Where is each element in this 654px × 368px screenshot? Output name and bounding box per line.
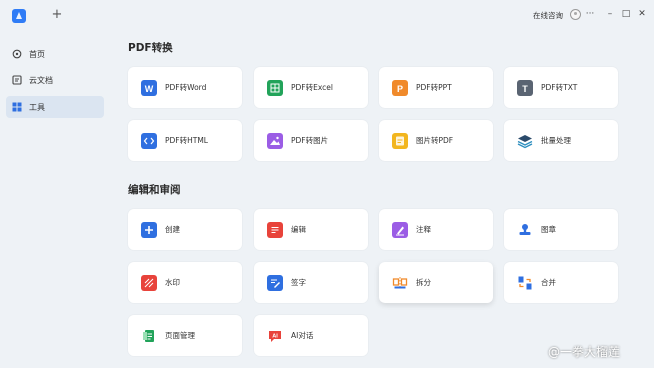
close-button[interactable]: ✕	[637, 8, 647, 20]
tool-card-split[interactable]: 拆分	[379, 262, 493, 303]
stamp-icon	[517, 222, 533, 238]
tool-card-label: 图片转PDF	[416, 136, 454, 145]
tool-card-create[interactable]: 创建	[128, 209, 242, 250]
minimize-button[interactable]: –	[605, 8, 615, 20]
sidebar: 首页 云文档 工具	[0, 32, 110, 368]
tool-card-label: 编辑	[291, 225, 306, 234]
create-icon	[141, 221, 157, 238]
svg-text:W: W	[145, 84, 154, 94]
sidebar-item-tools[interactable]: 工具	[6, 96, 104, 118]
tool-card-label: 页面管理	[165, 331, 195, 340]
txt-icon: T	[517, 79, 533, 96]
watermark-icon	[141, 274, 157, 291]
tool-card-watermark[interactable]: 水印	[128, 262, 242, 303]
html-icon	[141, 132, 157, 149]
ppt-icon: P	[392, 79, 408, 96]
tool-card-pdf-to-html[interactable]: PDF转HTML	[128, 120, 242, 161]
split-icon	[392, 275, 408, 291]
merge-icon	[517, 275, 533, 291]
edit-icon	[267, 221, 283, 238]
tool-card-stamp[interactable]: 图章	[504, 209, 618, 250]
tool-card-label: 水印	[165, 278, 180, 287]
layers-icon	[517, 133, 533, 149]
tool-card-label: 签字	[291, 278, 306, 287]
home-icon	[12, 49, 22, 59]
tool-card-label: 拆分	[416, 278, 431, 287]
ai-chat-icon: AI	[267, 328, 283, 344]
tool-card-sign[interactable]: 签字	[254, 262, 368, 303]
svg-text:T: T	[522, 84, 528, 94]
excel-icon	[267, 79, 283, 96]
new-tab-button[interactable]: +	[50, 8, 64, 22]
image-to-pdf-icon	[392, 132, 408, 149]
section-title-edit-review: 编辑和审阅	[128, 184, 181, 196]
tool-card-annotate[interactable]: 注释	[379, 209, 493, 250]
online-consult-link[interactable]: 在线咨询	[533, 10, 563, 21]
tool-card-label: AI对话	[291, 331, 314, 340]
tool-card-pdf-to-word[interactable]: W PDF转Word	[128, 67, 242, 108]
page-manage-icon	[141, 328, 157, 344]
word-icon: W	[141, 79, 157, 96]
tool-card-pdf-to-excel[interactable]: PDF转Excel	[254, 67, 368, 108]
tool-card-label: PDF转TXT	[541, 83, 578, 92]
avatar[interactable]	[570, 9, 581, 20]
tool-card-label: PDF转PPT	[416, 83, 452, 92]
tool-card-pdf-to-txt[interactable]: T PDF转TXT	[504, 67, 618, 108]
sidebar-item-cloud-docs[interactable]: 云文档	[6, 69, 104, 91]
tool-card-edit[interactable]: 编辑	[254, 209, 368, 250]
tool-card-image-to-pdf[interactable]: 图片转PDF	[379, 120, 493, 161]
more-icon[interactable]: ···	[585, 8, 595, 20]
image-icon	[267, 132, 283, 149]
title-bar: + 在线咨询 ··· – □ ✕	[0, 0, 654, 32]
svg-text:P: P	[397, 84, 403, 94]
tool-card-label: PDF转Word	[165, 83, 207, 92]
section-title-pdf-convert: PDF转换	[128, 42, 173, 54]
tool-card-page-manage[interactable]: 页面管理	[128, 315, 242, 356]
tool-card-batch-process[interactable]: 批量处理	[504, 120, 618, 161]
annotate-icon	[392, 221, 408, 238]
svg-text:AI: AI	[272, 333, 278, 339]
app-logo-icon[interactable]	[12, 9, 26, 23]
tool-card-merge[interactable]: 合并	[504, 262, 618, 303]
tool-card-label: 创建	[165, 225, 180, 234]
sign-icon	[267, 274, 283, 291]
sidebar-item-label: 工具	[29, 102, 45, 112]
sidebar-item-home[interactable]: 首页	[6, 43, 104, 65]
cloud-doc-icon	[12, 75, 22, 85]
tool-card-label: PDF转HTML	[165, 136, 208, 145]
tool-card-pdf-to-ppt[interactable]: P PDF转PPT	[379, 67, 493, 108]
maximize-button[interactable]: □	[621, 8, 631, 20]
tool-card-label: 图章	[541, 225, 556, 234]
sidebar-item-label: 首页	[29, 49, 45, 59]
tools-grid-icon	[12, 102, 22, 112]
tool-card-ai-chat[interactable]: AI AI对话	[254, 315, 368, 356]
main-content: PDF转换 W PDF转Word PDF转Excel P PDF转PPT T P…	[110, 32, 654, 368]
watermark-text: @一拳大榴莲	[548, 345, 621, 359]
tool-card-label: 合并	[541, 278, 556, 287]
tool-card-label: 批量处理	[541, 136, 571, 145]
tool-card-label: PDF转图片	[291, 136, 329, 145]
tool-card-pdf-to-image[interactable]: PDF转图片	[254, 120, 368, 161]
tool-card-label: 注释	[416, 225, 431, 234]
tool-card-label: PDF转Excel	[291, 83, 333, 92]
sidebar-item-label: 云文档	[29, 75, 53, 85]
